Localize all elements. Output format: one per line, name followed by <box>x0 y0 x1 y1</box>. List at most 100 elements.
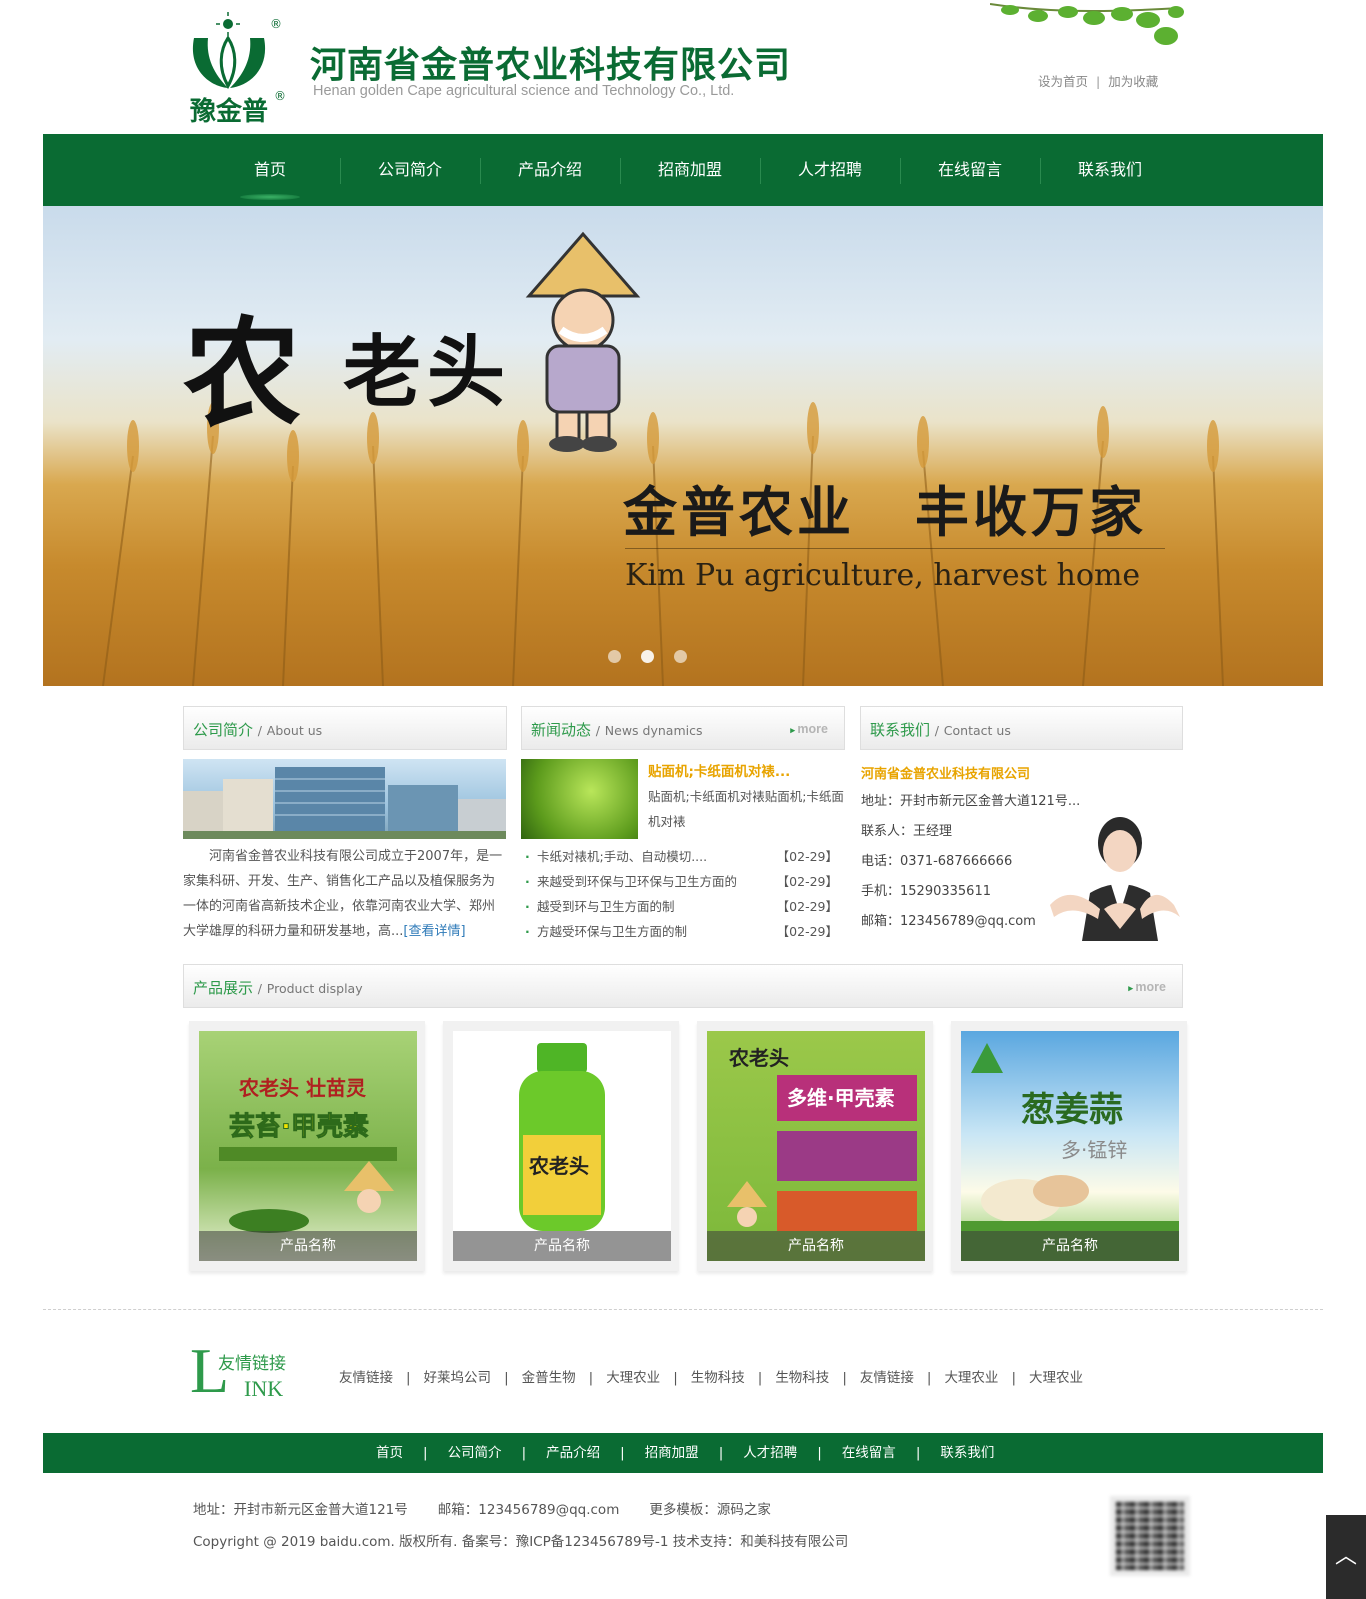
news-item[interactable]: 来越受到环保与卫环保与卫生方面的【02-29】 <box>521 869 842 894</box>
news-title: 新闻动态 / News dynamics <box>531 721 703 739</box>
product-caption: 产品名称 <box>453 1231 671 1261</box>
links-title-en: INK <box>244 1376 284 1401</box>
product-image: 农老头 产品名称 <box>453 1031 671 1261</box>
news-item[interactable]: 越受到环与卫生方面的制【02-29】 <box>521 894 842 919</box>
product-image: 葱姜蒜 多·锰锌 产品名称 <box>961 1031 1179 1261</box>
footer-nav-message[interactable]: 在线留言 <box>842 1433 896 1473</box>
main-nav: 首页 公司简介 产品介绍 招商加盟 人才招聘 在线留言 联系我们 <box>43 134 1323 206</box>
contact-title: 联系我们 / Contact us <box>870 721 1011 739</box>
leaves-decoration <box>990 3 1184 45</box>
section-divider <box>43 1309 1323 1310</box>
product-card[interactable]: 农老头 壮苗灵 芸苔·甲壳素 产品名称 <box>189 1021 425 1271</box>
qr-code-image <box>1110 1496 1190 1576</box>
friend-link[interactable]: 友情链接 <box>860 1370 914 1386</box>
svg-text:®: ® <box>270 17 282 31</box>
nav-item-home[interactable]: 首页 <box>200 134 340 206</box>
product-caption: 产品名称 <box>199 1231 417 1261</box>
slide-indicators <box>608 650 687 663</box>
banner-subtitle: Kim Pu agriculture, harvest home <box>625 558 1141 593</box>
top-links-separator: | <box>1096 74 1101 89</box>
contact-company: 河南省金普农业科技有限公司 <box>861 767 1031 782</box>
friend-link[interactable]: 大理农业 <box>944 1370 998 1386</box>
friend-links: 友情链接 | 好莱坞公司 | 金普生物 | 大理农业 | 生物科技 | 生物科技 | 友情链接 | 大理农业… <box>339 1370 1083 1386</box>
svg-text:农老头 壮苗灵: 农老头 壮苗灵 <box>238 1076 367 1100</box>
nav-item-franchise[interactable]: 招商加盟 <box>620 134 760 206</box>
slide-dot[interactable] <box>608 650 621 663</box>
product-card[interactable]: 葱姜蒜 多·锰锌 产品名称 <box>951 1021 1187 1271</box>
footer-nav-jobs[interactable]: 人才招聘 <box>743 1433 797 1473</box>
farmer-mascot <box>525 231 641 452</box>
banner-divider <box>625 548 1165 549</box>
product-card[interactable]: 农老头 产品名称 <box>443 1021 679 1271</box>
svg-text:农老头: 农老头 <box>728 1046 789 1070</box>
footer-copyright: Copyright @ 2019 baidu.com. 版权所有. 备案号：豫I… <box>193 1534 849 1550</box>
news-more-link[interactable]: more <box>790 722 828 736</box>
customer-service-image <box>1050 817 1180 941</box>
about-title: 公司简介 / About us <box>193 721 323 739</box>
banner-brand-char: 农 <box>183 304 302 443</box>
slide-dot[interactable] <box>674 650 687 663</box>
product-card[interactable]: 农老头 多维·甲壳素 产品名称 <box>697 1021 933 1271</box>
slide-dot[interactable] <box>641 650 654 663</box>
footer-templates-link[interactable]: 更多模板：源码之家 <box>649 1502 771 1518</box>
news-featured-title[interactable]: 贴面机;卡纸面机对裱... <box>648 760 790 780</box>
footer-nav-products[interactable]: 产品介绍 <box>546 1433 600 1473</box>
friend-link[interactable]: 金普生物 <box>522 1370 576 1386</box>
friend-link[interactable]: 好莱坞公司 <box>424 1370 492 1386</box>
company-name-en: Henan golden Cape agricultural science a… <box>313 83 735 99</box>
footer-nav-about[interactable]: 公司简介 <box>448 1433 502 1473</box>
company-building-image <box>183 759 506 839</box>
hero-banner[interactable]: 农 老头 金普农业 丰收万家 Kim Pu agriculture, harves… <box>43 206 1323 686</box>
friend-link[interactable]: 生物科技 <box>775 1370 829 1386</box>
product-image: 农老头 多维·甲壳素 产品名称 <box>707 1031 925 1261</box>
friend-link[interactable]: 大理农业 <box>606 1370 660 1386</box>
product-image: 农老头 壮苗灵 芸苔·甲壳素 产品名称 <box>199 1031 417 1261</box>
product-caption: 产品名称 <box>961 1231 1179 1261</box>
banner-slogan: 金普农业 丰收万家 <box>623 468 1147 547</box>
about-text: 河南省金普农业科技有限公司成立于2007年，是一家集科研、开发、生产、销售化工产… <box>183 844 506 944</box>
svg-text:芸苔·甲壳素: 芸苔·甲壳素 <box>229 1112 369 1142</box>
set-homepage-link[interactable]: 设为首页 <box>1038 74 1088 89</box>
company-logo[interactable]: 豫金普 ® ® <box>188 8 292 126</box>
products-section-header: 产品展示 / Product display more <box>183 964 1183 1008</box>
product-grid: 农老头 壮苗灵 芸苔·甲壳素 产品名称 农老头 产品名称 农老头 多维·甲壳素 … <box>189 1021 1187 1271</box>
products-title: 产品展示 / Product display <box>193 979 363 997</box>
news-featured-desc: 贴面机;卡纸面机对裱贴面机;卡纸面机对裱 <box>648 789 844 829</box>
svg-text:多维·甲壳素: 多维·甲壳素 <box>787 1086 895 1110</box>
news-item[interactable]: 卡纸对裱机;手动、自动模切....【02-29】 <box>521 844 842 869</box>
nav-item-about[interactable]: 公司简介 <box>340 134 480 206</box>
back-to-top-button[interactable]: ︿ <box>1326 1515 1366 1599</box>
svg-text:豫金普: 豫金普 <box>190 96 268 126</box>
nav-item-jobs[interactable]: 人才招聘 <box>760 134 900 206</box>
banner-slogan-right: 丰收万家 <box>915 481 1147 544</box>
svg-text:葱姜蒜: 葱姜蒜 <box>1021 1090 1123 1130</box>
about-detail-link[interactable]: [查看详情] <box>403 924 465 939</box>
products-more-link[interactable]: more <box>1128 980 1166 994</box>
news-item[interactable]: 方越受环保与卫生方面的制【02-29】 <box>521 919 842 944</box>
top-links: 设为首页 | 加为收藏 <box>1038 71 1158 90</box>
about-section-header: 公司简介 / About us <box>183 706 507 750</box>
friend-link[interactable]: 生物科技 <box>691 1370 745 1386</box>
nav-item-message[interactable]: 在线留言 <box>900 134 1040 206</box>
footer-nav: 首页 | 公司简介 | 产品介绍 | 招商加盟 | 人才招聘 | 在线留言 | 联系我们 <box>43 1433 1323 1473</box>
company-name-cn: 河南省金普农业科技有限公司 <box>310 45 792 86</box>
add-favorite-link[interactable]: 加为收藏 <box>1108 74 1158 89</box>
svg-text:®: ® <box>274 89 286 103</box>
footer-address: 地址：开封市新元区金普大道121号 <box>193 1502 408 1518</box>
footer-nav-home[interactable]: 首页 <box>376 1433 403 1473</box>
footer-nav-contact[interactable]: 联系我们 <box>940 1433 994 1473</box>
contact-section-header: 联系我们 / Contact us <box>860 706 1183 750</box>
chevron-up-icon: ︿ <box>1334 1544 1357 1569</box>
friend-link[interactable]: 大理农业 <box>1029 1370 1083 1386</box>
svg-text:农老头: 农老头 <box>528 1154 589 1178</box>
news-thumbnail[interactable] <box>521 759 638 839</box>
svg-text:多·锰锌: 多·锰锌 <box>1061 1138 1127 1162</box>
banner-slogan-left: 金普农业 <box>623 481 855 544</box>
nav-item-products[interactable]: 产品介绍 <box>480 134 620 206</box>
friend-link[interactable]: 友情链接 <box>339 1370 393 1386</box>
news-section-header: 新闻动态 / News dynamics more <box>521 706 845 750</box>
banner-brand-rest: 老头 <box>343 327 512 418</box>
footer-nav-franchise[interactable]: 招商加盟 <box>645 1433 699 1473</box>
news-list: 卡纸对裱机;手动、自动模切....【02-29】 来越受到环保与卫环保与卫生方面… <box>521 844 842 944</box>
nav-item-contact[interactable]: 联系我们 <box>1040 134 1180 206</box>
